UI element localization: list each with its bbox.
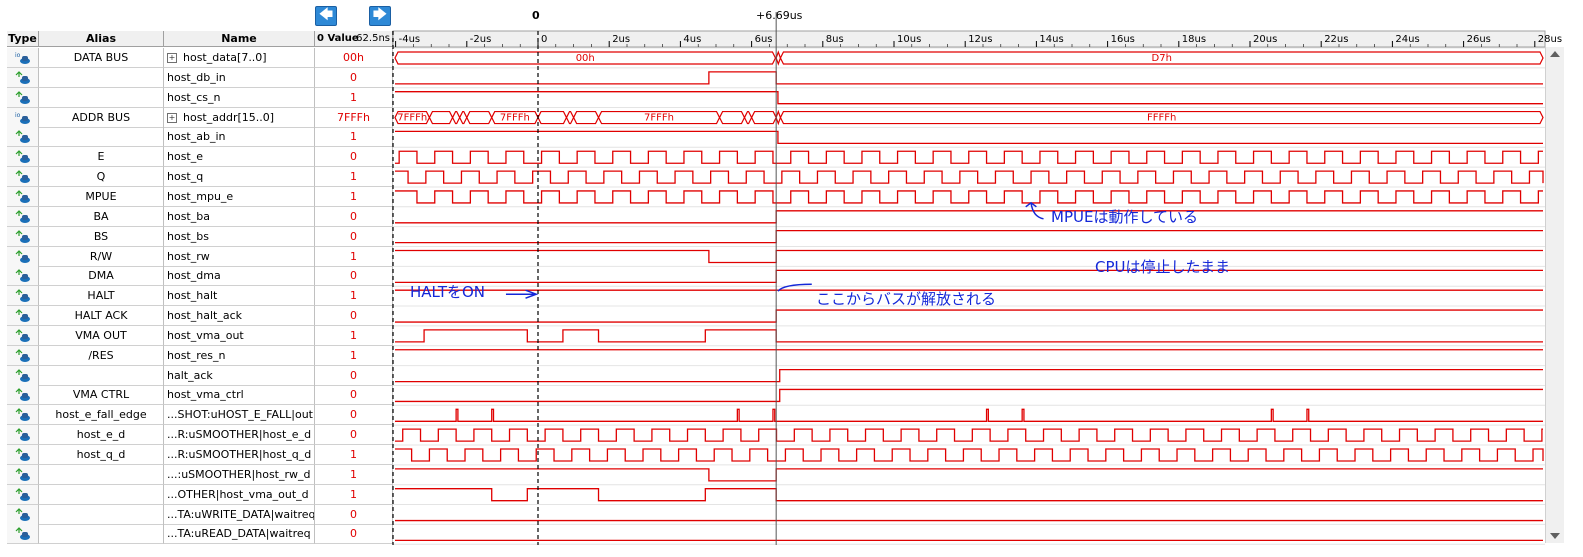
signal-waveform bbox=[395, 448, 1544, 462]
annotation-bus-release: ここからバスが解放される bbox=[816, 290, 997, 308]
signal-waveform bbox=[395, 368, 1543, 383]
bus-value-label: FFFFh bbox=[1147, 113, 1176, 124]
bus-segment bbox=[466, 110, 493, 125]
time-label: 6us bbox=[755, 34, 773, 45]
annotation-halt-on: HALTをON bbox=[410, 283, 486, 301]
signal-waveform bbox=[395, 488, 1543, 502]
signal-waveform bbox=[395, 408, 1543, 422]
bus-value-label: 7FFFh bbox=[500, 113, 530, 124]
bus-segment bbox=[451, 110, 461, 125]
bus-segment bbox=[537, 110, 568, 125]
signal-waveform bbox=[395, 130, 1543, 145]
signal-waveform bbox=[395, 249, 1543, 264]
halt-arrow-icon bbox=[505, 289, 539, 299]
bus-segment bbox=[459, 110, 468, 125]
bus-segment bbox=[572, 110, 600, 125]
signal-waveform bbox=[395, 388, 1543, 403]
signal-waveform bbox=[395, 428, 1543, 442]
signal-waveform bbox=[395, 170, 1544, 184]
time-label: 0 bbox=[541, 34, 547, 45]
time-label: 20us bbox=[1253, 34, 1277, 45]
bus-value-label: D7h bbox=[1152, 53, 1172, 64]
time-label: 10us bbox=[897, 34, 921, 45]
signal-waveform bbox=[395, 71, 1543, 85]
time-label: 26us bbox=[1467, 34, 1491, 45]
scroll-down-icon[interactable] bbox=[1550, 533, 1560, 539]
signal-waveform bbox=[395, 329, 1543, 343]
waveform-view[interactable]: -4us -2us 0 2us 4us 6us 8us 10us 12us 14us 16us 18u… bbox=[0, 0, 1583, 557]
time-label: 4us bbox=[683, 34, 701, 45]
time-label: -4us bbox=[399, 34, 421, 45]
time-label: 12us bbox=[968, 34, 992, 45]
signal-waveform bbox=[395, 210, 1543, 224]
bus-segment bbox=[750, 110, 777, 125]
signal-waveform bbox=[395, 91, 1543, 105]
time-label: 24us bbox=[1395, 34, 1419, 45]
time-label: -2us bbox=[470, 34, 492, 45]
signal-waveform bbox=[395, 150, 1543, 164]
time-label: 28us bbox=[1538, 34, 1562, 45]
signal-waveform bbox=[395, 230, 1543, 244]
bus-segment bbox=[565, 110, 575, 125]
signal-waveform bbox=[395, 190, 1543, 204]
time-label: 22us bbox=[1324, 34, 1348, 45]
signal-waveform bbox=[395, 468, 1543, 482]
signal-waveform bbox=[395, 309, 1543, 323]
bus-value-label: 7FFFh bbox=[397, 113, 427, 124]
time-label: 14us bbox=[1039, 34, 1063, 45]
time-label: 18us bbox=[1182, 34, 1206, 45]
time-label: 8us bbox=[826, 34, 844, 45]
bus-segment bbox=[718, 110, 746, 125]
vertical-scrollbar[interactable] bbox=[1545, 47, 1564, 543]
bus-value-label: 00h bbox=[576, 53, 595, 64]
scroll-up-icon[interactable] bbox=[1550, 51, 1560, 57]
bus-segment bbox=[428, 110, 454, 125]
bus-segment bbox=[743, 110, 753, 125]
bus-value-label: 7FFFh bbox=[644, 113, 674, 124]
time-label: 16us bbox=[1111, 34, 1135, 45]
annotation-cpu-stopped: CPUは停止したまま bbox=[1095, 258, 1231, 276]
time-label: 2us bbox=[612, 34, 630, 45]
signal-waveform bbox=[395, 269, 1543, 283]
annotation-mpue-running: MPUEは動作している bbox=[1051, 208, 1198, 226]
